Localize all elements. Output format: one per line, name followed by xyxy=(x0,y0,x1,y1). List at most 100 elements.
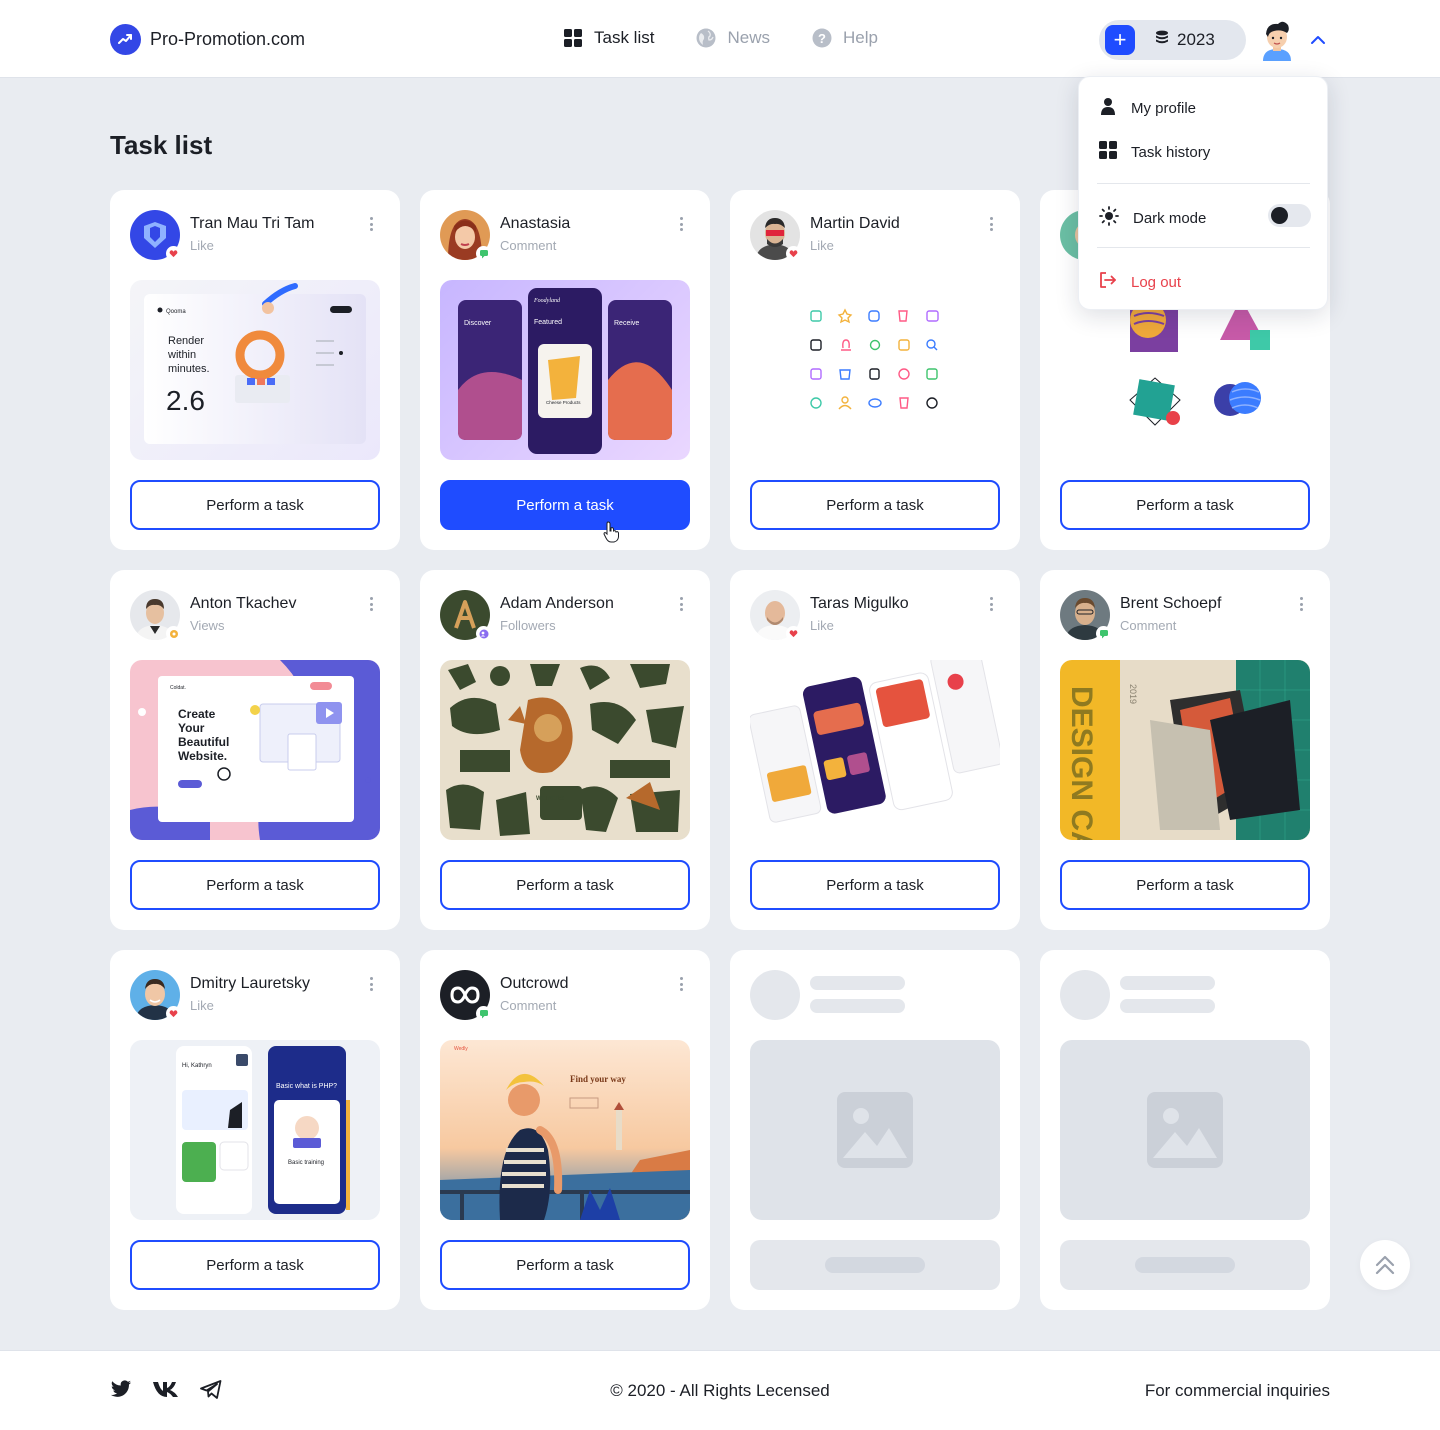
menu-item-my-profile[interactable]: My profile xyxy=(1099,97,1196,119)
user-name[interactable]: Dmitry Lauretsky xyxy=(190,975,310,993)
user-name[interactable]: Anastasia xyxy=(500,215,570,233)
page-title: Task list xyxy=(110,130,213,160)
nav-help[interactable]: ? Help xyxy=(812,28,878,48)
perform-task-button[interactable]: Perform a task xyxy=(440,860,690,910)
thumb-text: Website. xyxy=(178,749,227,763)
more-options-icon[interactable] xyxy=(366,975,376,993)
perform-task-button[interactable]: Perform a task xyxy=(750,860,1000,910)
more-options-icon[interactable] xyxy=(366,215,376,233)
page-footer: © 2020 - All Rights Lecensed For commerc… xyxy=(0,1350,1440,1430)
comment-icon xyxy=(476,246,491,261)
skeleton-button xyxy=(1060,1240,1310,1290)
more-options-icon[interactable] xyxy=(676,215,686,233)
more-options-icon[interactable] xyxy=(986,595,996,613)
more-options-icon[interactable] xyxy=(986,215,996,233)
perform-task-button[interactable]: Perform a task xyxy=(130,1240,380,1290)
thumb-text: Hi, Kathryn xyxy=(182,1063,212,1069)
heart-icon xyxy=(786,246,801,261)
skeleton-avatar xyxy=(750,970,800,1020)
nav-task-list[interactable]: Task list xyxy=(563,28,654,48)
thumb-text: WEINERS xyxy=(536,796,564,802)
task-card-skeleton xyxy=(730,950,1020,1310)
menu-item-task-history[interactable]: Task history xyxy=(1099,141,1210,163)
thumb-text: 2019 xyxy=(1128,684,1138,704)
more-options-icon[interactable] xyxy=(1296,595,1306,613)
balance-amount[interactable]: 2023 xyxy=(1155,30,1215,51)
logout-icon xyxy=(1099,271,1117,293)
perform-task-button[interactable]: Perform a task xyxy=(130,860,380,910)
heart-icon xyxy=(166,246,181,261)
user-icon xyxy=(1099,97,1117,119)
user-name[interactable]: Tran Mau Tri Tam xyxy=(190,215,314,233)
trending-up-icon xyxy=(110,24,141,55)
user-name[interactable]: Brent Schoepf xyxy=(1120,595,1221,613)
comment-icon xyxy=(476,1006,491,1021)
perform-task-button[interactable]: Perform a task xyxy=(750,480,1000,530)
thumb-line: minutes. xyxy=(168,363,210,375)
perform-task-button[interactable]: Perform a task xyxy=(130,480,380,530)
heart-icon xyxy=(166,1006,181,1021)
balance-widget: + 2023 xyxy=(1099,20,1246,60)
chevron-up-icon[interactable] xyxy=(1308,30,1328,50)
commercial-inquiries-link[interactable]: For commercial inquiries xyxy=(1145,1381,1330,1401)
task-card: Brent Schoepf Comment DESIGN CAMP 2019 P… xyxy=(1040,570,1330,930)
balance-value: 2023 xyxy=(1177,30,1215,49)
user-name[interactable]: Adam Anderson xyxy=(500,595,614,613)
thumb-text: Cheese Products xyxy=(546,400,581,405)
more-options-icon[interactable] xyxy=(676,975,686,993)
task-type: Followers xyxy=(500,618,556,633)
dark-mode-toggle[interactable] xyxy=(1268,204,1311,227)
task-preview-image: Qooma Render within minutes. 2.6 xyxy=(130,280,380,460)
task-preview-image: WEINERS xyxy=(440,660,690,840)
skeleton-button xyxy=(750,1240,1000,1290)
menu-item-label: My profile xyxy=(1131,99,1197,117)
user-name[interactable]: Martin David xyxy=(810,215,900,233)
sun-icon xyxy=(1099,206,1119,230)
followers-icon xyxy=(476,626,491,641)
skeleton-line xyxy=(1120,976,1215,990)
task-preview-image: Wedly Find your way xyxy=(440,1040,690,1220)
user-name[interactable]: Outcrowd xyxy=(500,975,568,993)
thumb-text: Coldat. xyxy=(170,685,186,691)
user-name[interactable]: Anton Tkachev xyxy=(190,595,296,613)
thumb-text: Wedly xyxy=(454,1046,468,1052)
more-options-icon[interactable] xyxy=(676,595,686,613)
avatar[interactable] xyxy=(1259,19,1295,61)
skeleton-avatar xyxy=(1060,970,1110,1020)
profile-dropdown: My profile Task history Dark mode Log ou… xyxy=(1078,76,1328,310)
menu-divider xyxy=(1097,183,1310,184)
menu-item-dark-mode[interactable]: Dark mode xyxy=(1099,206,1206,230)
menu-item-log-out[interactable]: Log out xyxy=(1099,271,1181,293)
menu-item-label: Log out xyxy=(1131,273,1182,291)
task-type: Like xyxy=(810,238,834,253)
thumb-text: DESIGN CAMP xyxy=(1065,686,1098,840)
cursor-hand-icon xyxy=(603,521,621,548)
thumb-line: within xyxy=(167,349,196,361)
nav-label: Help xyxy=(842,28,878,47)
coins-icon xyxy=(1155,30,1169,51)
nav-label: Task list xyxy=(594,28,655,47)
toggle-knob xyxy=(1271,207,1288,224)
thumb-number: 2.6 xyxy=(166,385,205,416)
scroll-to-top-button[interactable] xyxy=(1360,1240,1410,1290)
thumb-text: Discover xyxy=(464,320,492,327)
task-preview-image xyxy=(750,280,1000,460)
perform-task-button[interactable]: Perform a task xyxy=(1060,860,1310,910)
task-card: Outcrowd Comment Wedly Find your way Per… xyxy=(420,950,710,1310)
globe-icon xyxy=(696,28,716,48)
perform-task-button[interactable]: Perform a task xyxy=(440,1240,690,1290)
thumb-line: Render xyxy=(168,335,204,347)
task-preview-image: Hi, Kathryn Basic what is PHP? Basic tra… xyxy=(130,1040,380,1220)
task-type: Comment xyxy=(500,998,557,1013)
site-logo[interactable]: Pro-Promotion.com xyxy=(110,24,305,55)
more-options-icon[interactable] xyxy=(366,595,376,613)
task-type: Views xyxy=(190,618,225,633)
task-card: Taras Migulko Like Perform a task xyxy=(730,570,1020,930)
perform-task-button[interactable]: Perform a task xyxy=(440,480,690,530)
perform-task-button[interactable]: Perform a task xyxy=(1060,480,1310,530)
task-card: Tran Mau Tri Tam Like Qooma Render withi… xyxy=(110,190,400,550)
plus-icon[interactable]: + xyxy=(1105,25,1135,55)
skeleton-line xyxy=(810,999,905,1013)
nav-news[interactable]: News xyxy=(696,28,770,48)
user-name[interactable]: Taras Migulko xyxy=(810,595,909,613)
